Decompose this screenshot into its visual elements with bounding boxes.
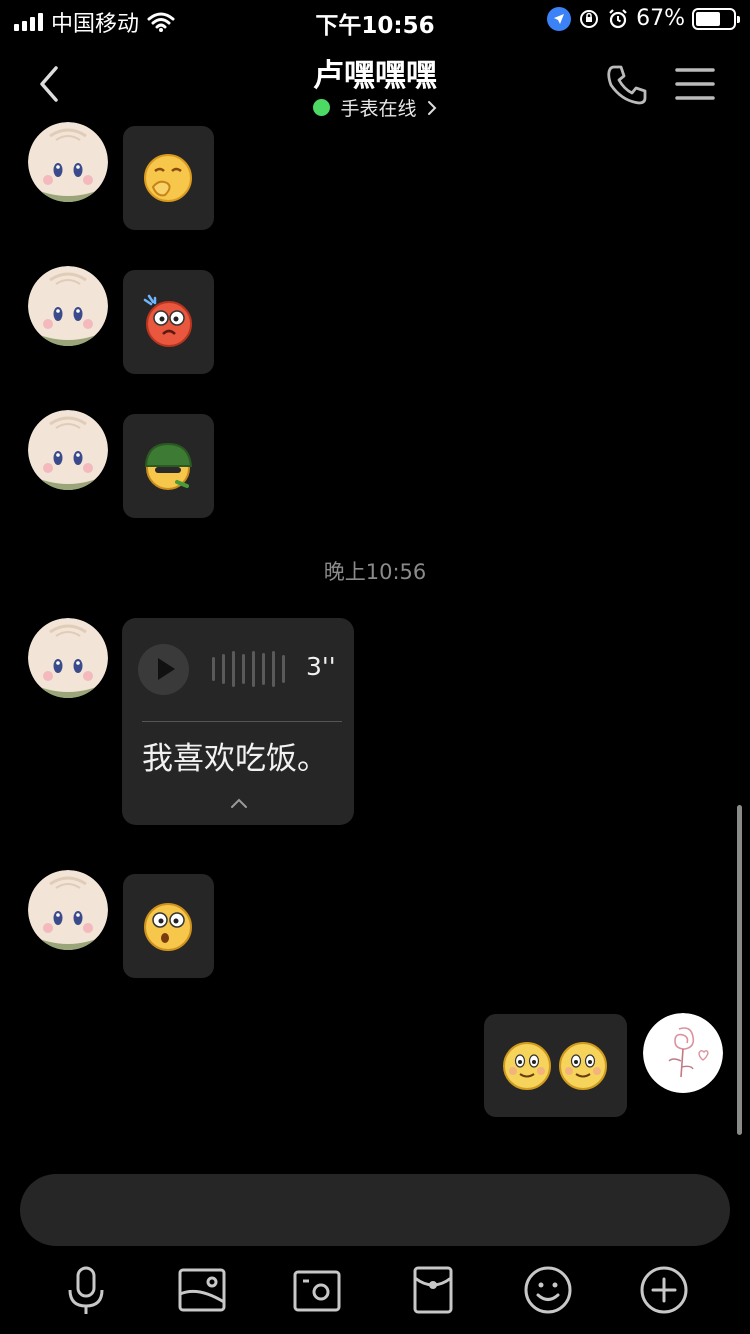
status-bar: 中国移动 下午10:56 67%	[0, 0, 750, 40]
input-toolbar	[0, 1260, 750, 1320]
chevron-up-icon[interactable]	[228, 796, 250, 810]
contact-avatar[interactable]	[28, 266, 108, 346]
emoji-icon[interactable]	[520, 1262, 576, 1318]
voice-divider	[142, 721, 342, 722]
green-helmet-emoji	[144, 442, 193, 490]
alarm-icon	[609, 8, 627, 28]
surprised-emoji	[144, 903, 192, 951]
carrier-label: 中国移动	[51, 12, 140, 37]
photo-icon[interactable]	[174, 1262, 230, 1318]
voice-transcript: 我喜欢吃饭。	[142, 741, 328, 777]
contact-avatar[interactable]	[28, 870, 108, 950]
sticker-message[interactable]	[123, 270, 214, 374]
contact-avatar[interactable]	[28, 618, 108, 698]
voice-waveform-icon	[212, 650, 285, 688]
blush-smile-emoji	[559, 1042, 607, 1090]
more-menu-button[interactable]	[673, 64, 717, 104]
battery-level	[696, 11, 721, 26]
wifi-icon	[147, 12, 175, 32]
online-dot-icon	[313, 99, 331, 116]
covering-mouth-emoji	[144, 154, 192, 202]
battery-percent: 67%	[636, 6, 685, 31]
play-voice-button[interactable]	[138, 644, 189, 695]
contact-avatar[interactable]	[28, 410, 108, 490]
battery-icon	[692, 7, 740, 30]
chevron-right-icon	[427, 100, 436, 115]
contact-avatar[interactable]	[28, 122, 108, 202]
chat-header: 卢嘿嘿嘿 手表在线	[0, 40, 750, 128]
camera-icon[interactable]	[289, 1262, 345, 1318]
message-input[interactable]	[20, 1174, 730, 1246]
location-icon	[547, 6, 572, 31]
phone-call-button[interactable]	[604, 62, 650, 108]
sticker-message[interactable]	[123, 874, 214, 978]
voice-duration: 3''	[306, 652, 336, 681]
red-packet-icon[interactable]	[405, 1262, 461, 1318]
scroll-indicator[interactable]	[737, 805, 742, 1135]
shocked-red-face-emoji	[143, 294, 192, 347]
message-timestamp: 晚上10:56	[323, 560, 427, 584]
sticker-message-sent[interactable]	[484, 1014, 627, 1117]
presence-label: 手表在线	[340, 98, 417, 120]
rotation-lock-icon	[580, 9, 599, 28]
signal-icon	[14, 13, 43, 31]
sticker-message[interactable]	[123, 414, 214, 518]
blush-smile-emoji	[503, 1042, 551, 1090]
microphone-icon[interactable]	[58, 1262, 114, 1318]
voice-message[interactable]: 3'' 我喜欢吃饭。	[122, 618, 354, 825]
my-avatar[interactable]	[643, 1013, 723, 1093]
plus-icon[interactable]	[636, 1262, 692, 1318]
sticker-message[interactable]	[123, 126, 214, 230]
